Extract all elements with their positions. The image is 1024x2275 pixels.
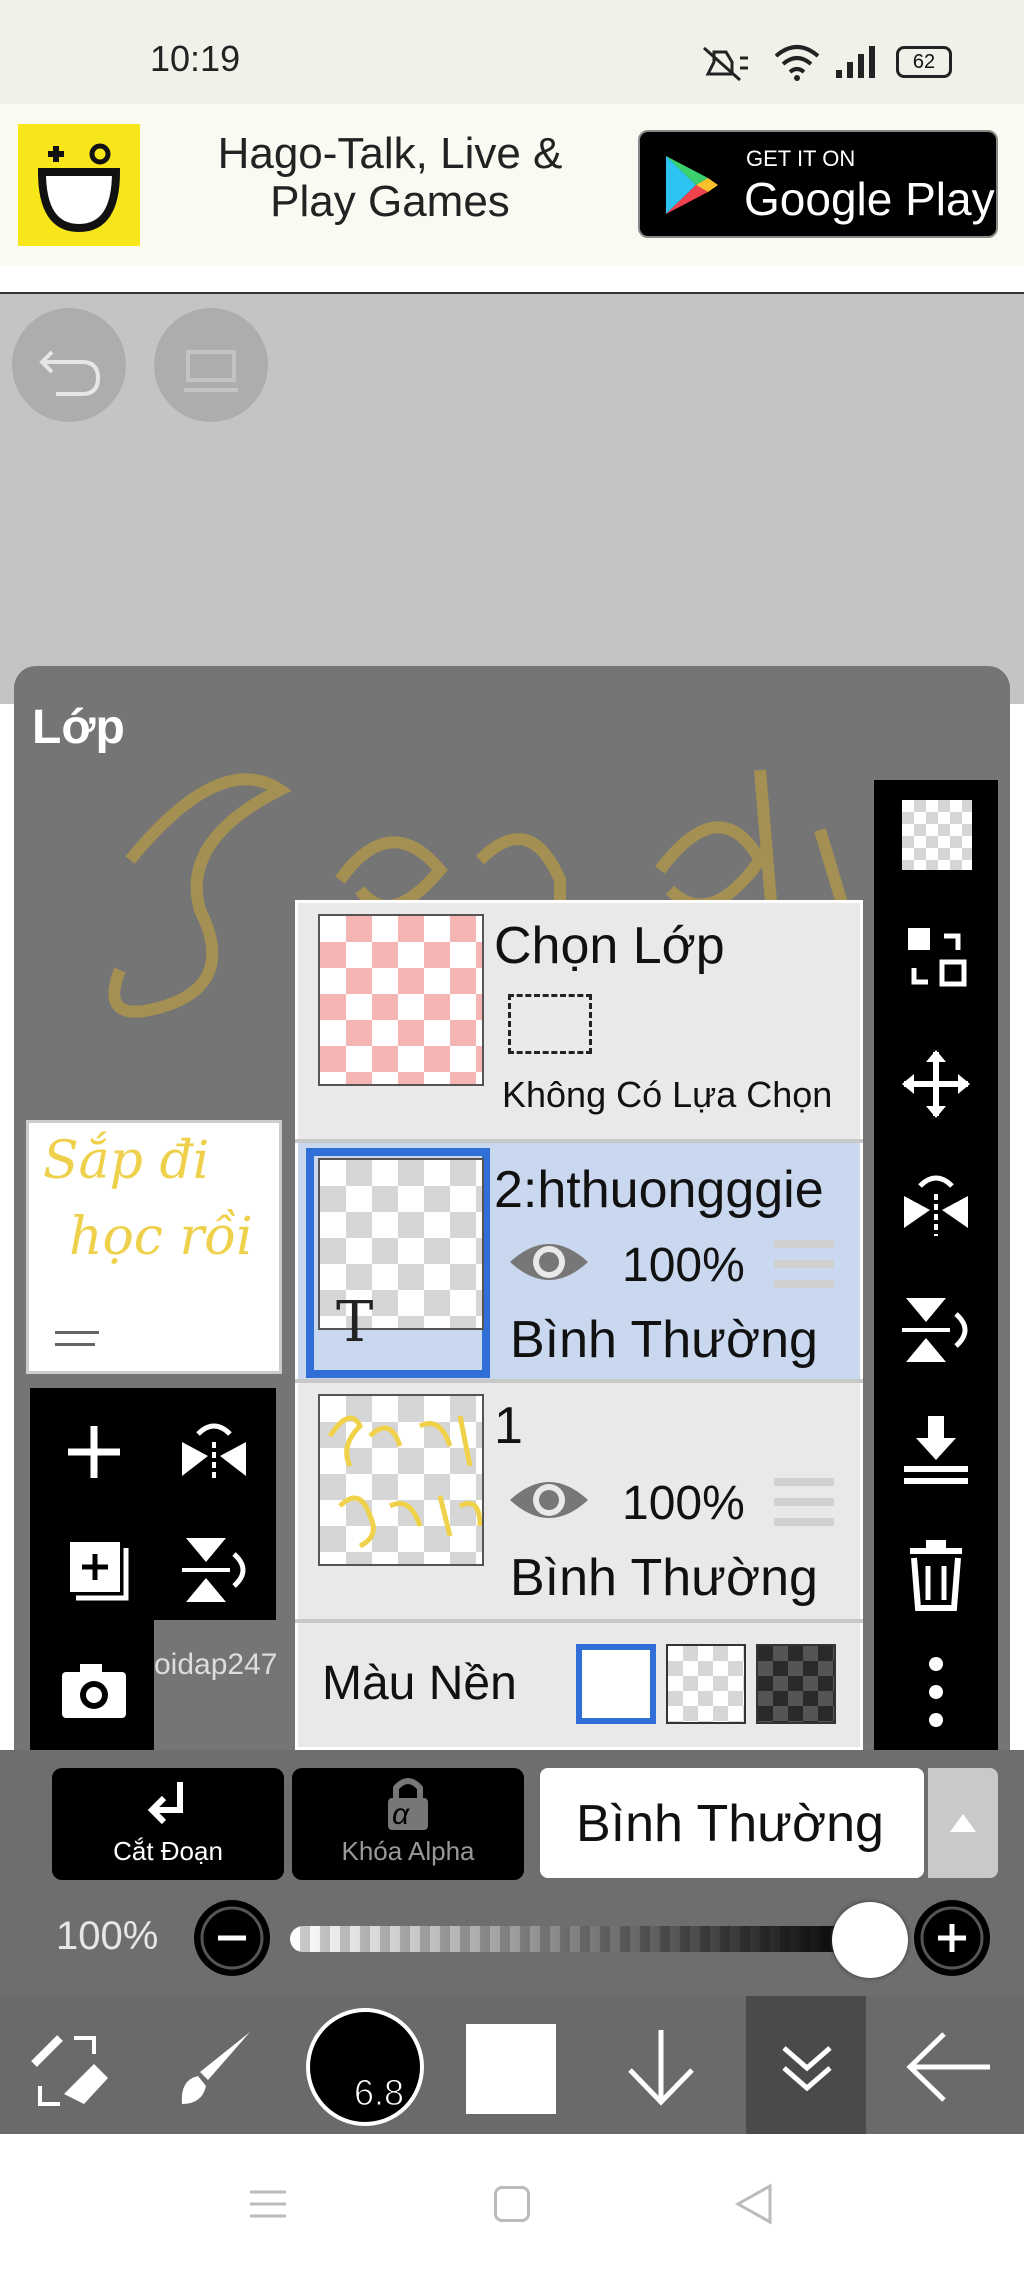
flip-horizontal-icon[interactable] bbox=[896, 1166, 976, 1246]
undo-icon bbox=[39, 350, 101, 396]
divider bbox=[295, 1619, 863, 1623]
flip-vertical-layer-icon[interactable] bbox=[174, 1530, 254, 1610]
clipping-icon bbox=[147, 1782, 183, 1825]
wifi-icon bbox=[772, 42, 822, 82]
color-swatch-button[interactable] bbox=[466, 2024, 556, 2114]
eye-icon[interactable] bbox=[506, 1232, 592, 1292]
blend-mode-arrow-button[interactable] bbox=[928, 1768, 998, 1878]
opacity-increase-button[interactable] bbox=[914, 1900, 990, 1976]
background-transparent-swatch[interactable] bbox=[666, 1644, 746, 1724]
text-layer-icon: T bbox=[336, 1290, 374, 1355]
ad-title-line1: Hago-Talk, Live & bbox=[217, 129, 563, 178]
minus-icon bbox=[200, 1906, 264, 1970]
drag-handle-icon[interactable] bbox=[774, 1236, 834, 1292]
duplicate-layer-icon[interactable] bbox=[54, 1530, 134, 1610]
back-arrow-icon[interactable] bbox=[904, 2022, 994, 2112]
preview-line2: học rồi bbox=[69, 1207, 253, 1267]
opacity-decrease-button[interactable] bbox=[194, 1900, 270, 1976]
arrow-down-icon[interactable] bbox=[616, 2022, 706, 2112]
store-big-text: Google Play bbox=[744, 173, 995, 225]
background-dark-swatch[interactable] bbox=[756, 1644, 836, 1724]
store-small-text: GET IT ON bbox=[746, 146, 856, 171]
layer-blend-mode: Bình Thường bbox=[510, 1549, 818, 1607]
panel-title: Lớp bbox=[32, 701, 125, 754]
alpha-lock-button[interactable]: α Khóa Alpha bbox=[292, 1768, 524, 1880]
transparency-icon[interactable] bbox=[902, 800, 972, 870]
battery-icon: 62 bbox=[896, 46, 952, 78]
back-nav-icon[interactable] bbox=[734, 2182, 774, 2226]
brush-size-value: 6.8 bbox=[353, 2072, 405, 2114]
layer-blend-mode: Bình Thường bbox=[510, 1311, 818, 1369]
brush-size-button[interactable]: 6.8 bbox=[306, 2008, 424, 2126]
alpha-symbol: α bbox=[392, 1798, 410, 1831]
blend-mode-select[interactable]: Bình Thường bbox=[540, 1768, 924, 1878]
flip-layer-icon[interactable] bbox=[174, 1412, 254, 1492]
ad-title-line2: Play Games bbox=[270, 177, 510, 226]
undo-button[interactable] bbox=[12, 308, 126, 422]
blend-mode-value: Bình Thường bbox=[576, 1795, 884, 1853]
status-time: 10:19 bbox=[150, 38, 241, 79]
preview-line1: Sắp đi bbox=[43, 1131, 210, 1191]
merge-down-icon[interactable] bbox=[896, 1410, 976, 1490]
move-icon[interactable] bbox=[896, 1044, 976, 1124]
opacity-slider[interactable] bbox=[290, 1926, 870, 1952]
brush-icon[interactable] bbox=[170, 2024, 260, 2114]
watermark-text: oidap247 bbox=[154, 1648, 278, 1681]
preview-caption-line bbox=[55, 1331, 99, 1334]
selection-status: Không Có Lựa Chọn bbox=[502, 1074, 833, 1115]
redo-button[interactable] bbox=[154, 308, 268, 422]
clipping-button[interactable]: Cắt Đoạn bbox=[52, 1768, 284, 1880]
clipping-label: Cắt Đoạn bbox=[113, 1836, 223, 1866]
plus-icon bbox=[920, 1906, 984, 1970]
play-store-icon bbox=[666, 156, 718, 214]
signal-icon bbox=[834, 44, 880, 80]
ad-title[interactable]: Hago-Talk, Live & Play Games bbox=[180, 130, 600, 226]
add-layer-icon[interactable] bbox=[54, 1412, 134, 1492]
more-icon[interactable] bbox=[896, 1652, 976, 1732]
layer-name: 1 bbox=[494, 1397, 523, 1455]
merge-layer-icon[interactable] bbox=[896, 920, 976, 1000]
left-tools-gap bbox=[154, 1620, 288, 1750]
background-white-swatch[interactable] bbox=[576, 1644, 656, 1724]
opacity-slider-thumb[interactable] bbox=[832, 1902, 908, 1978]
camera-icon[interactable] bbox=[54, 1650, 134, 1730]
selection-thumbnail bbox=[318, 914, 484, 1086]
hago-logo-icon[interactable] bbox=[18, 124, 140, 246]
selection-marquee-icon bbox=[508, 994, 592, 1054]
eye-icon[interactable] bbox=[506, 1470, 592, 1530]
preview-caption-line bbox=[55, 1343, 95, 1346]
layer-name: 2:hthuongggie bbox=[494, 1161, 824, 1219]
tool-switch-icon[interactable] bbox=[24, 2024, 114, 2114]
menu-nav-icon[interactable] bbox=[248, 2184, 288, 2224]
layer-opacity: 100% bbox=[622, 1239, 745, 1292]
alpha-lock-label: Khóa Alpha bbox=[341, 1836, 475, 1866]
double-chevron-down-icon bbox=[782, 2046, 832, 2092]
mute-icon bbox=[700, 44, 752, 84]
opacity-label: 100% bbox=[56, 1914, 159, 1958]
home-nav-icon[interactable] bbox=[494, 2186, 530, 2222]
drag-handle-icon[interactable] bbox=[774, 1474, 834, 1530]
selection-title: Chọn Lớp bbox=[494, 917, 725, 975]
flip-vertical-icon[interactable] bbox=[896, 1290, 976, 1370]
layer-thumbnail bbox=[318, 1394, 484, 1566]
left-tools-edge bbox=[272, 1388, 276, 1620]
google-play-button[interactable]: GET IT ON Google Play bbox=[638, 130, 998, 238]
redo-icon bbox=[184, 350, 238, 392]
caret-up-icon bbox=[950, 1814, 976, 1832]
layer-opacity: 100% bbox=[622, 1477, 745, 1530]
background-label: Màu Nền bbox=[322, 1657, 517, 1710]
canvas-preview[interactable]: Sắp đi học rồi bbox=[26, 1120, 282, 1374]
layers-toggle-button[interactable] bbox=[746, 1996, 866, 2134]
delete-icon[interactable] bbox=[896, 1534, 976, 1614]
